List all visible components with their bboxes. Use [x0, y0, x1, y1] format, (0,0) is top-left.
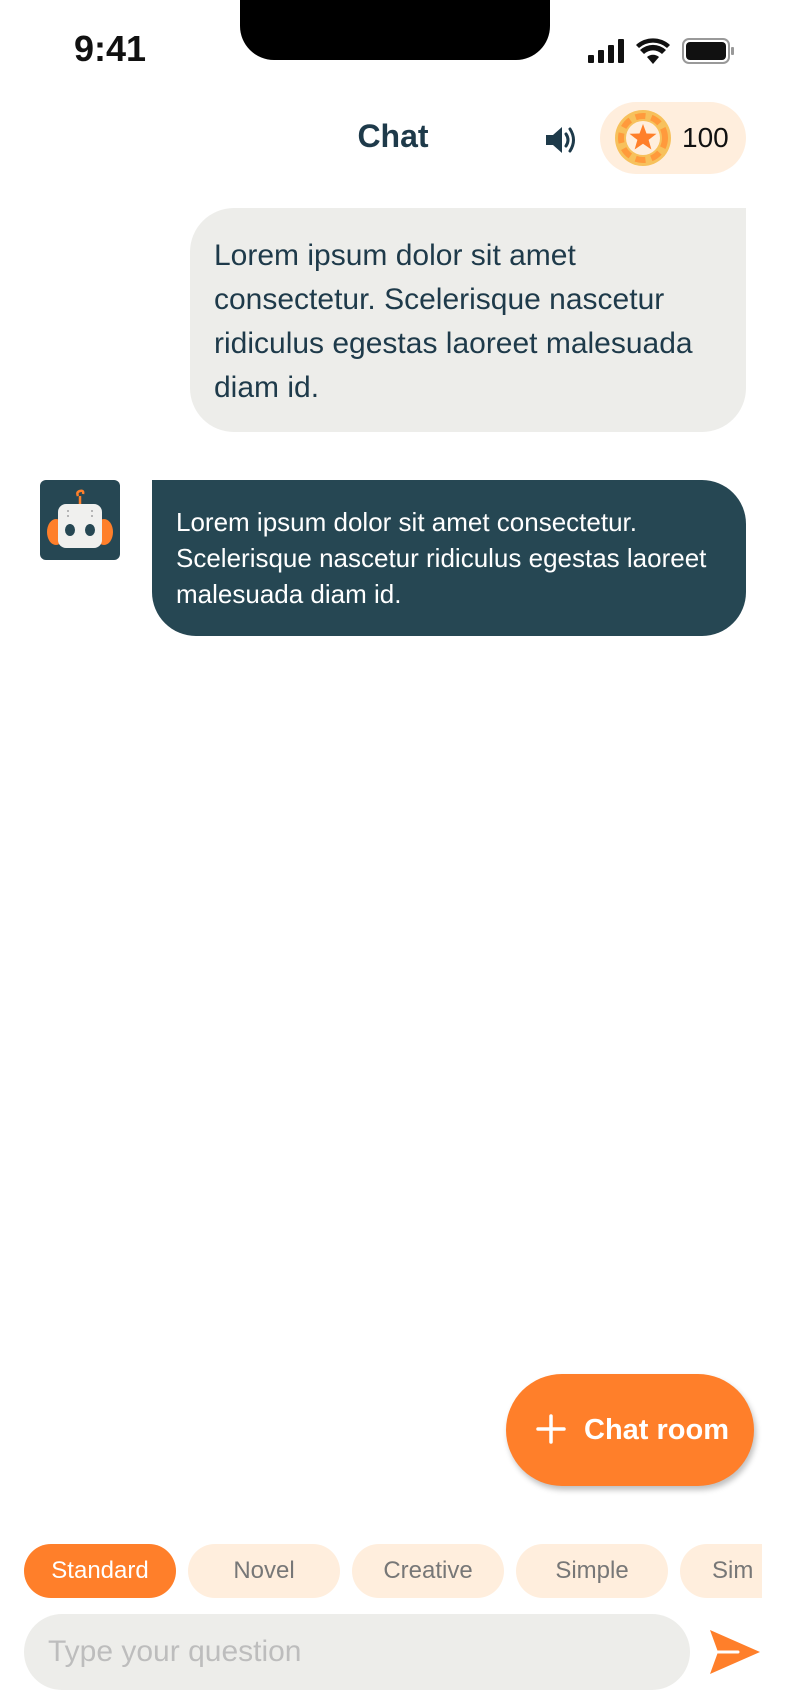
speaker-icon [546, 127, 575, 153]
mode-chip-simple[interactable]: Simple [516, 1544, 668, 1598]
bot-message-bubble: Lorem ipsum dolor sit amet consectetur. … [152, 480, 746, 636]
wifi-icon [636, 38, 670, 64]
battery-icon [682, 38, 734, 64]
coin-count: 100 [682, 122, 729, 153]
plus-icon [536, 1408, 566, 1452]
device-notch [240, 0, 550, 60]
mode-chip-standard[interactable]: Standard [24, 1544, 176, 1598]
sound-button[interactable] [540, 118, 584, 162]
mode-chip-partial[interactable]: Sim [680, 1544, 762, 1598]
mode-chip-novel[interactable]: Novel [188, 1544, 340, 1598]
mode-chip-row[interactable]: Standard Novel Creative Simple Sim [24, 1544, 762, 1598]
robot-icon [47, 489, 113, 548]
status-time: 9:41 [74, 28, 147, 69]
question-input[interactable] [24, 1614, 690, 1690]
mode-chip-creative[interactable]: Creative [352, 1544, 504, 1598]
send-button[interactable] [708, 1626, 762, 1678]
signal-icon [588, 39, 624, 63]
status-bar: 9:41 [0, 0, 786, 100]
user-message-bubble: Lorem ipsum dolor sit amet consectetur. … [190, 208, 746, 432]
bot-avatar [40, 480, 120, 560]
fab-label: Chat room [584, 1413, 729, 1446]
coin-balance[interactable]: 100 [600, 102, 746, 174]
send-icon [710, 1630, 760, 1674]
status-icons [588, 38, 734, 64]
chat-header: Chat 100 [0, 100, 786, 180]
question-input-container [24, 1614, 690, 1690]
star-coin-icon [615, 110, 671, 166]
new-chat-room-button[interactable]: Chat room [506, 1374, 754, 1486]
